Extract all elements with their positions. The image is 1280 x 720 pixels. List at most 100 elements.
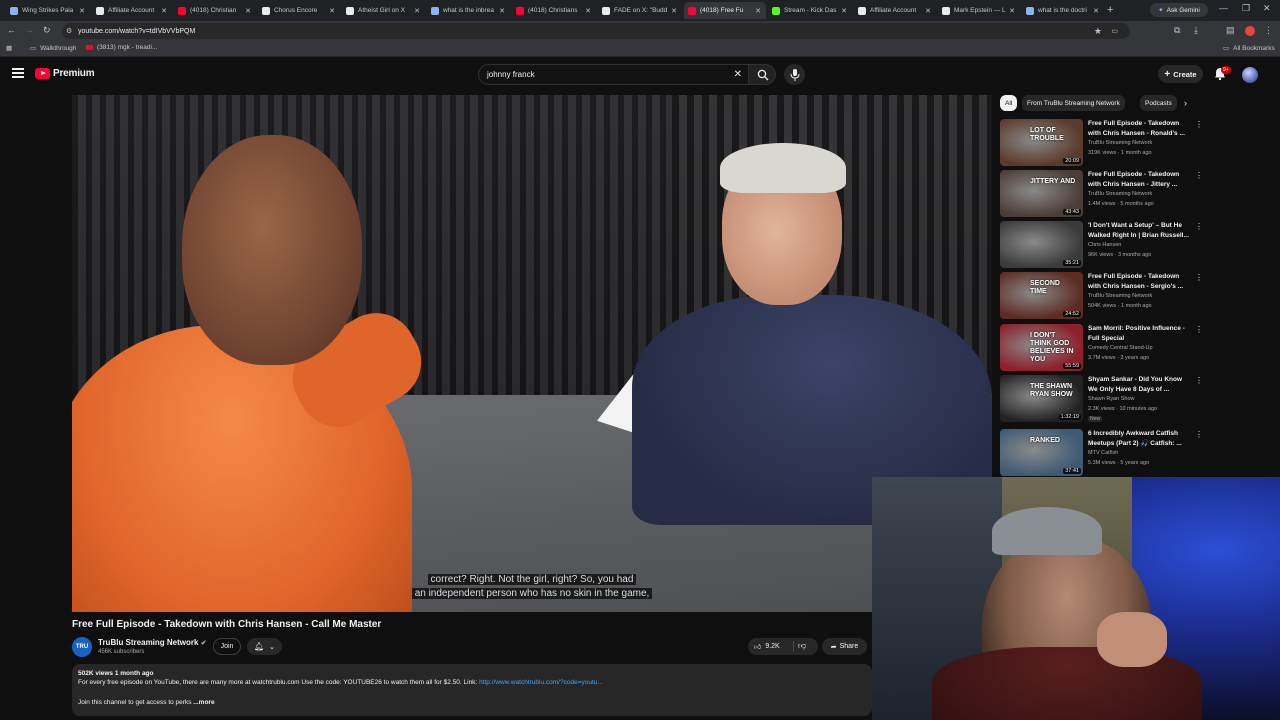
video-thumbnail[interactable]: 35:21 [1000,221,1083,268]
tab-close-icon[interactable]: ✕ [585,7,591,15]
forward-icon[interactable]: → [25,25,34,35]
browser-tab[interactable]: Chorus Encore ✕ [258,2,340,19]
more-options-icon[interactable]: ⋮ [1195,273,1203,282]
ask-gemini-button[interactable]: ✦ Ask Gemini [1150,3,1208,17]
browser-menu-icon[interactable]: ⋮ [1264,25,1273,36]
browser-tab[interactable]: Atheist Girl on X ✕ [342,2,425,19]
create-button[interactable]: + Create [1158,65,1203,83]
search-input[interactable]: johnny franck ✕ [478,64,748,85]
tab-close-icon[interactable]: ✕ [841,7,847,15]
profile-avatar[interactable] [1245,26,1255,36]
chip-all[interactable]: All [1000,95,1018,111]
browser-tab[interactable]: Affiliate Account ✕ [854,2,936,19]
bookmark-star-icon[interactable]: ★ [1094,26,1102,37]
more-options-icon[interactable]: ⋮ [1195,171,1203,180]
recommended-channel[interactable]: Comedy Central Stand-Up [1088,345,1153,351]
apps-icon[interactable]: ▦ [6,44,12,52]
hamburger-menu-icon[interactable] [12,68,24,78]
tab-close-icon[interactable]: ✕ [161,7,167,15]
address-bar[interactable]: ⚙ youtube.com/watch?v=tdIVbVVbPQM ★ ▭ [62,23,1130,39]
subscribe-bell-button[interactable]: 🔔︎ ⌄ [247,638,282,655]
all-bookmarks[interactable]: ▭ All Bookmarks [1223,44,1275,53]
more-options-icon[interactable]: ⋮ [1195,120,1203,129]
recommended-title[interactable]: Free Full Episode - Takedown with Chris … [1088,119,1193,139]
browser-tab[interactable]: (4018) Free Fu ✕ [684,2,766,19]
recommended-title[interactable]: Sam Morril: Positive Influence - Full Sp… [1088,324,1193,344]
minimize-icon[interactable]: — [1219,3,1228,13]
share-button[interactable]: ➦ Share [822,638,867,655]
dislike-button[interactable]: 👎︎ [798,641,806,651]
recommended-title[interactable]: 'I Don't Want a Setup' – But He Walked R… [1088,221,1193,241]
video-thumbnail[interactable]: LOT OF TROUBLE 20:09 [1000,119,1083,166]
reload-icon[interactable]: ↻ [43,25,51,36]
video-thumbnail[interactable]: JITTERY AND 43:43 [1000,170,1083,217]
recommended-channel[interactable]: MTV Catfish [1088,450,1118,456]
recommended-video[interactable]: 35:21 'I Don't Want a Setup' – But He Wal… [1000,221,1205,269]
video-thumbnail[interactable]: THE SHAWN RYAN SHOW 1:32:19 [1000,375,1083,422]
clear-search-icon[interactable]: ✕ [734,69,742,80]
tab-close-icon[interactable]: ✕ [755,7,761,15]
tab-close-icon[interactable]: ✕ [671,7,677,15]
video-thumbnail[interactable]: RANKED 37:41 [1000,429,1083,476]
tab-close-icon[interactable]: ✕ [499,7,505,15]
browser-tab[interactable]: (4018) Christians ✕ [512,2,596,19]
recommended-video[interactable]: SECOND TIME 24:52 Free Full Episode - Take… [1000,272,1205,320]
tab-close-icon[interactable]: ✕ [1093,7,1099,15]
browser-tab[interactable]: Affiliate Account ✕ [92,2,172,19]
recommended-video[interactable]: JITTERY AND 43:43 Free Full Episode - Take… [1000,170,1205,218]
tab-close-icon[interactable]: ✕ [79,7,85,15]
user-avatar[interactable] [1242,67,1258,83]
browser-tab[interactable]: what is the doctri ✕ [1022,2,1104,19]
browser-tab[interactable]: Stream - Kick Das ✕ [768,2,852,19]
cast-icon[interactable]: ▭ [1111,27,1118,35]
show-more-link[interactable]: ...more [193,699,214,706]
sidebar-icon[interactable]: ▤ [1226,25,1235,36]
tab-close-icon[interactable]: ✕ [245,7,251,15]
video-thumbnail[interactable]: SECOND TIME 24:52 [1000,272,1083,319]
recommended-channel[interactable]: TruBlu Streaming Network [1088,293,1152,299]
recommended-video[interactable]: LOT OF TROUBLE 20:09 Free Full Episode - T… [1000,119,1205,167]
download-icon[interactable]: ⤓ [1194,25,1198,36]
recommended-title[interactable]: Free Full Episode - Takedown with Chris … [1088,170,1193,190]
description-link[interactable]: http://www.watchtrublu.com/?code=youtu..… [479,679,603,686]
channel-avatar[interactable]: TRU [72,637,92,657]
more-options-icon[interactable]: ⋮ [1195,222,1203,231]
browser-tab[interactable]: Mark Epstein — L ✕ [938,2,1020,19]
recommended-channel[interactable]: TruBlu Streaming Network [1088,140,1152,146]
site-info-icon[interactable]: ⚙ [66,27,72,35]
recommended-video[interactable]: RANKED 37:41 6 Incredibly Awkward Catfish … [1000,429,1205,477]
tab-close-icon[interactable]: ✕ [414,7,420,15]
youtube-logo[interactable]: Premium [35,68,95,79]
new-tab-button[interactable]: + [1107,4,1113,16]
browser-tab[interactable]: FADE on X: "Budd ✕ [598,2,682,19]
chevron-right-icon[interactable]: › [1184,98,1187,108]
search-button[interactable] [748,64,776,85]
video-thumbnail[interactable]: I DON'T THINK GOD BELIEVES IN YOU 55:59 [1000,324,1083,371]
recommended-video[interactable]: I DON'T THINK GOD BELIEVES IN YOU 55:59 Sa… [1000,324,1205,372]
recommended-channel[interactable]: TruBlu Streaming Network [1088,191,1152,197]
back-icon[interactable]: ← [7,25,16,35]
video-player[interactable]: correct? Right. Not the girl, right? So,… [72,95,992,612]
extensions-icon[interactable]: ⧉ [1174,25,1180,36]
tab-close-icon[interactable]: ✕ [1009,7,1015,15]
close-window-icon[interactable]: ✕ [1263,3,1271,14]
recommended-channel[interactable]: Shawn Ryan Show [1088,396,1134,402]
browser-tab[interactable]: Wing Strikes Pala ✕ [6,2,90,19]
description-box[interactable]: 502K views 1 month ago For every free ep… [72,664,872,716]
tab-close-icon[interactable]: ✕ [925,7,931,15]
maximize-icon[interactable]: ❐ [1242,3,1250,14]
more-options-icon[interactable]: ⋮ [1195,430,1203,439]
recommended-title[interactable]: Free Full Episode - Takedown with Chris … [1088,272,1193,292]
bookmark-mgk[interactable]: (3813) mgk - treadi... [86,44,157,51]
recommended-title[interactable]: 6 Incredibly Awkward Catfish Meetups (Pa… [1088,429,1193,449]
tab-close-icon[interactable]: ✕ [329,7,335,15]
browser-tab[interactable]: what is the inbrea ✕ [427,2,510,19]
chip-from-channel[interactable]: From TruBlu Streaming Network [1022,95,1125,111]
more-options-icon[interactable]: ⋮ [1195,376,1203,385]
channel-name[interactable]: TruBlu Streaming Network ✔ [98,638,207,647]
recommended-video[interactable]: THE SHAWN RYAN SHOW 1:32:19 Shyam Sankar -… [1000,375,1205,423]
chip-podcasts[interactable]: Podcasts [1140,95,1177,111]
voice-search-button[interactable] [784,64,805,85]
recommended-channel[interactable]: Chris Hansen [1088,242,1121,248]
browser-tab[interactable]: (4018) Christian ✕ [174,2,256,19]
